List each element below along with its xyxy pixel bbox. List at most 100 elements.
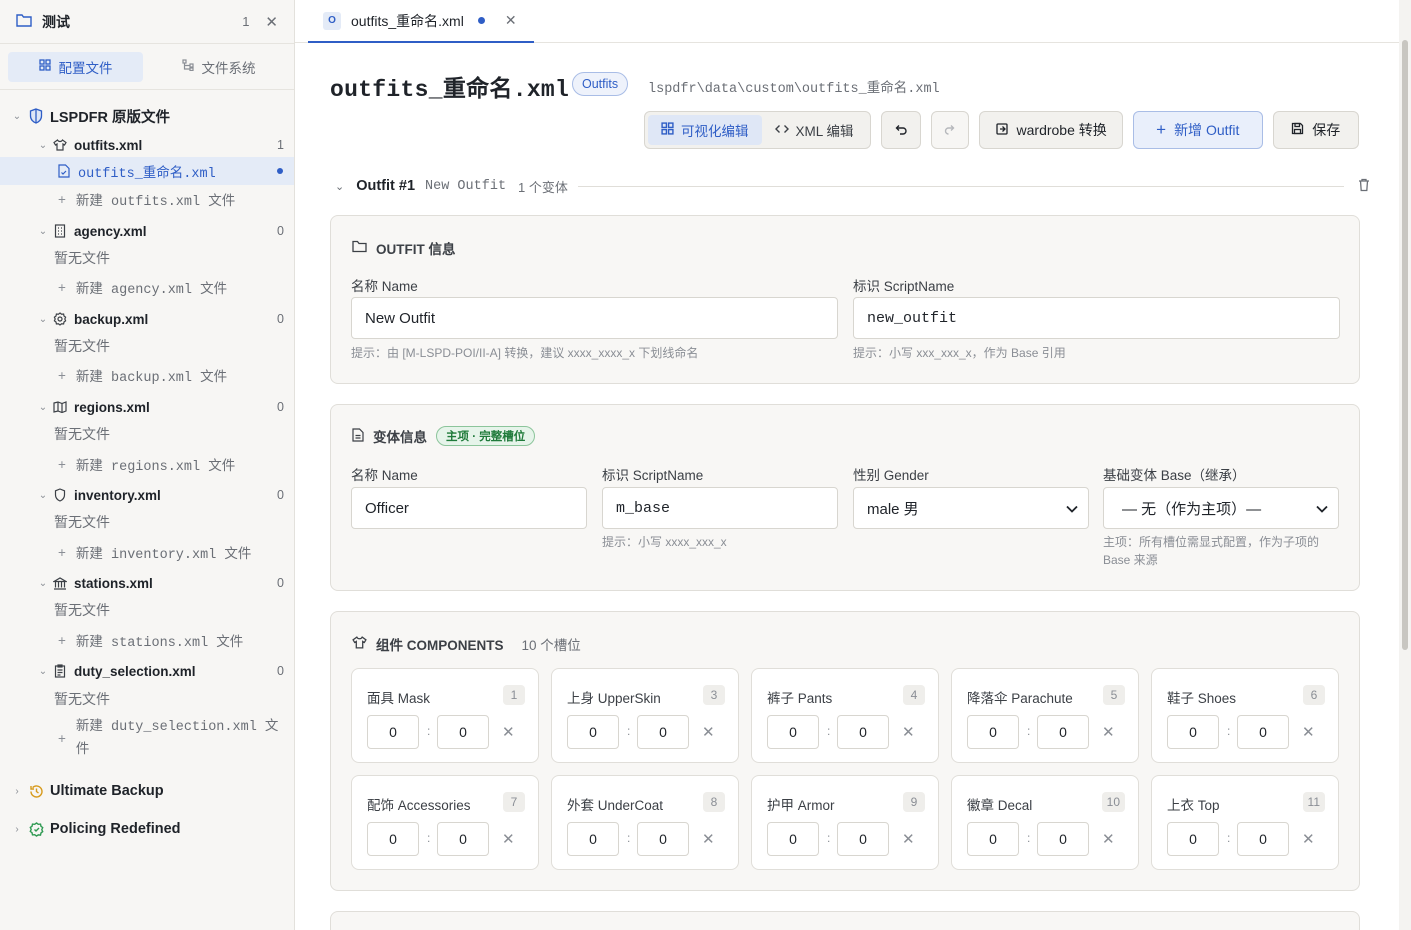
close-icon[interactable]: ✕ <box>265 13 278 31</box>
file-regions[interactable]: ⌄ regions.xml 0 <box>0 396 294 418</box>
variant-script-input[interactable]: m_base <box>602 487 838 529</box>
texture-input[interactable]: 0 <box>637 715 689 749</box>
texture-input[interactable]: 0 <box>837 715 889 749</box>
outfit-header[interactable]: ⌄ Outfit #1 New Outfit 1 个变体 <box>330 173 1370 199</box>
clear-icon[interactable]: ✕ <box>502 830 515 848</box>
texture-input[interactable]: 0 <box>1237 715 1289 749</box>
clear-icon[interactable]: ✕ <box>1102 830 1115 848</box>
workspace-header[interactable]: 测试 1 ✕ <box>0 0 294 44</box>
texture-input[interactable]: 0 <box>1037 715 1089 749</box>
drawable-input[interactable]: 0 <box>967 822 1019 856</box>
texture-input[interactable]: 0 <box>1237 822 1289 856</box>
drawable-input[interactable]: 0 <box>367 822 419 856</box>
file-type-badge: O <box>323 11 341 30</box>
texture-input[interactable]: 0 <box>437 822 489 856</box>
new-file-agency[interactable]: + 新建 agency.xml 文件 <box>0 276 294 298</box>
texture-input[interactable]: 0 <box>837 822 889 856</box>
wardrobe-convert-button[interactable]: wardrobe 转换 <box>978 111 1123 149</box>
police-badge-icon <box>28 821 44 837</box>
file-inventory[interactable]: ⌄ inventory.xml 0 <box>0 484 294 506</box>
folder-icon <box>16 13 32 30</box>
file-stations[interactable]: ⌄ stations.xml 0 <box>0 572 294 594</box>
scrollbar[interactable] <box>1399 0 1411 930</box>
clear-icon[interactable]: ✕ <box>1102 723 1115 741</box>
group-policing-redefined[interactable]: › Policing Redefined <box>0 817 294 841</box>
drawable-input[interactable]: 0 <box>967 715 1019 749</box>
file-item-selected[interactable]: outfits_重命名.xml <box>0 157 294 185</box>
group-ultimate-backup[interactable]: › Ultimate Backup <box>0 779 294 803</box>
type-pill: Outfits <box>572 72 629 96</box>
chevron-down-icon: ⌄ <box>335 180 345 193</box>
selected-file-name: outfits_重命名.xml <box>78 166 216 182</box>
tab-label: outfits_重命名.xml <box>351 12 464 29</box>
component-slot: 徽章 Decal 10 0:0 ✕ <box>951 775 1139 870</box>
trash-icon[interactable] <box>1358 178 1370 195</box>
redo-button[interactable] <box>930 111 969 149</box>
drawable-input[interactable]: 0 <box>367 715 419 749</box>
texture-input[interactable]: 0 <box>437 715 489 749</box>
base-select[interactable]: — 无（作为主项）— <box>1103 487 1339 529</box>
outfit-script-name-input[interactable]: new_outfit <box>853 297 1340 339</box>
outfit-name-input[interactable]: New Outfit <box>351 297 838 339</box>
empty-text: 暂无文件 <box>54 691 110 707</box>
new-file-label: 新建 agency.xml 文件 <box>75 282 228 298</box>
file-duty-selection[interactable]: ⌄ duty_selection.xml 0 <box>0 660 294 682</box>
texture-input[interactable]: 0 <box>637 822 689 856</box>
variant-name-label: 名称 Name <box>351 468 418 483</box>
workspace-count: 1 <box>242 14 250 29</box>
new-file-label-cont: 件 <box>75 743 90 758</box>
drawable-input[interactable]: 0 <box>767 822 819 856</box>
workspace-title: 测试 <box>42 13 70 30</box>
chevron-down-icon: ⌄ <box>12 110 22 122</box>
file-name: regions.xml <box>74 399 150 415</box>
file-agency[interactable]: ⌄ agency.xml 0 <box>0 220 294 242</box>
component-name: 裤子 Pants <box>767 691 833 706</box>
scrollbar-thumb[interactable] <box>1402 40 1408 650</box>
primary-variant-tag: 主项 · 完整槽位 <box>436 426 536 446</box>
clear-icon[interactable]: ✕ <box>1302 723 1315 741</box>
clear-icon[interactable]: ✕ <box>902 830 915 848</box>
shield-icon <box>28 108 44 124</box>
drawable-input[interactable]: 0 <box>1167 715 1219 749</box>
component-id: 1 <box>503 685 525 705</box>
chevron-down-icon: ⌄ <box>38 489 48 501</box>
xml-edit-button[interactable]: XML 编辑 <box>762 115 867 145</box>
new-file-regions[interactable]: + 新建 regions.xml 文件 <box>0 453 294 475</box>
new-file-label: 新建 outfits.xml 文件 <box>75 194 236 210</box>
gender-select[interactable]: male 男 <box>853 487 1089 529</box>
base-value: — 无（作为主项）— <box>1122 500 1262 518</box>
clear-icon[interactable]: ✕ <box>502 723 515 741</box>
texture-input[interactable]: 0 <box>1037 822 1089 856</box>
clear-icon[interactable]: ✕ <box>702 830 715 848</box>
drawable-input[interactable]: 0 <box>567 822 619 856</box>
visual-edit-button[interactable]: 可视化编辑 <box>648 115 762 145</box>
drawable-input[interactable]: 0 <box>767 715 819 749</box>
new-file-backup[interactable]: + 新建 backup.xml 文件 <box>0 364 294 386</box>
drawable-input[interactable]: 0 <box>1167 822 1219 856</box>
new-file-stations[interactable]: + 新建 stations.xml 文件 <box>0 629 294 651</box>
close-icon[interactable]: ✕ <box>505 12 517 29</box>
undo-button[interactable] <box>880 111 921 149</box>
file-icon <box>56 163 72 179</box>
group-lspdfr[interactable]: ⌄ LSPDFR 原版文件 <box>0 104 294 128</box>
drawable-input[interactable]: 0 <box>567 715 619 749</box>
add-outfit-button[interactable]: + 新增 Outfit <box>1132 111 1263 149</box>
clear-icon[interactable]: ✕ <box>1302 830 1315 848</box>
file-backup[interactable]: ⌄ backup.xml 0 <box>0 308 294 330</box>
component-name: 降落伞 Parachute <box>967 691 1073 706</box>
file-outfits[interactable]: ⌄ outfits.xml 1 <box>0 134 294 156</box>
variant-name-input[interactable]: Officer <box>351 487 587 529</box>
save-button[interactable]: 保存 <box>1272 111 1359 149</box>
component-name: 面具 Mask <box>367 691 431 706</box>
clear-icon[interactable]: ✕ <box>902 723 915 741</box>
separator: : <box>1027 724 1031 738</box>
component-name: 配饰 Accessories <box>367 798 471 813</box>
new-file-outfits[interactable]: + 新建 outfits.xml 文件 <box>0 188 294 210</box>
clear-icon[interactable]: ✕ <box>702 723 715 741</box>
tab-file-system[interactable]: 文件系统 <box>151 52 286 82</box>
editor-tab-active[interactable]: O outfits_重命名.xml ✕ <box>308 0 534 43</box>
tab-config-files[interactable]: 配置文件 <box>8 51 143 82</box>
new-file-inventory[interactable]: + 新建 inventory.xml 文件 <box>0 541 294 563</box>
new-file-duty-selection[interactable]: + 新建 duty_selection.xml 文 件 <box>0 717 294 759</box>
import-icon <box>995 122 1009 139</box>
